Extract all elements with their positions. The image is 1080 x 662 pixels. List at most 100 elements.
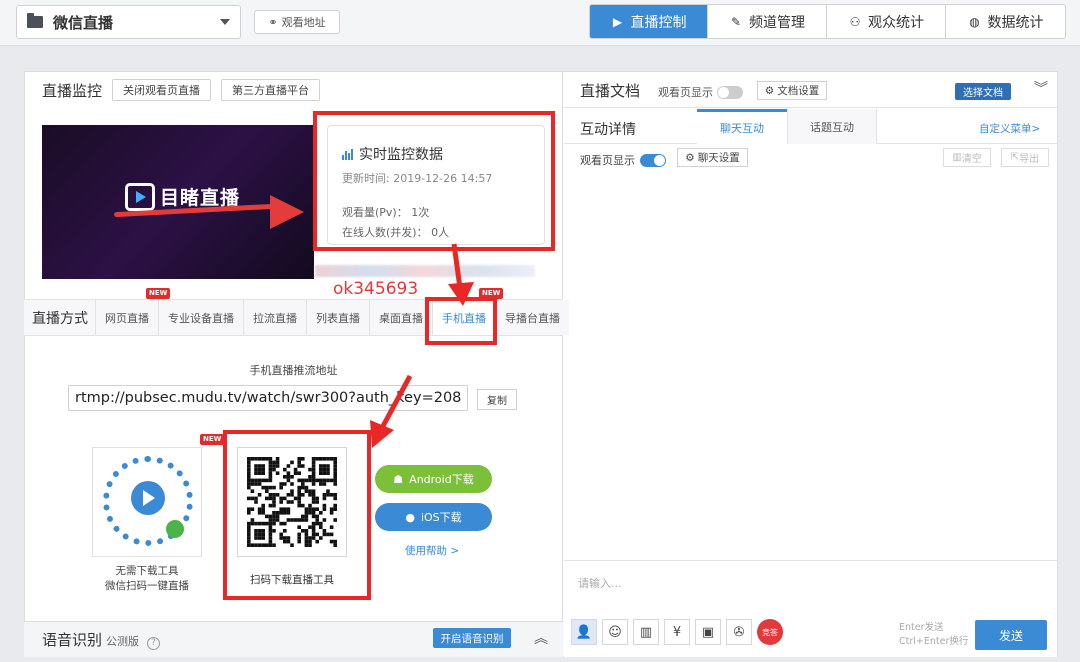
chat-toolbar: 👤 ☺ ▥ ¥ ▣ ✇ 竞答 xyxy=(571,619,783,645)
tab-label: 频道管理 xyxy=(749,14,805,31)
play-icon xyxy=(131,481,165,515)
chevron-down-icon[interactable]: ︾ xyxy=(1034,78,1048,98)
chat-show-toggle[interactable] xyxy=(640,153,666,167)
monitor-header: 直播监控 关闭观看页直播 第三方直播平台 xyxy=(42,79,321,101)
help-link[interactable]: 使用帮助 > xyxy=(405,543,459,558)
tab-topic[interactable]: 话题互动 xyxy=(787,109,877,144)
gear-icon: ⚙ xyxy=(764,84,775,97)
clear-label: 清空 xyxy=(961,154,982,165)
chat-show-toggle-row: 观看页显示 xyxy=(580,152,666,168)
help-icon[interactable]: ? xyxy=(147,636,161,650)
chat-settings-label: 聊天设置 xyxy=(697,152,740,164)
poll-icon[interactable]: ▥ xyxy=(633,619,659,645)
mini-caption-line: 无需下载工具 xyxy=(115,565,179,577)
chat-settings-button[interactable]: ⚙ 聊天设置 xyxy=(677,148,748,167)
image-icon[interactable]: ▣ xyxy=(695,619,721,645)
tab-label: 网页直播 xyxy=(105,311,149,325)
tab-chat[interactable]: 聊天互动 xyxy=(697,109,787,144)
tab-desktop-live[interactable]: 桌面直播 xyxy=(369,300,432,335)
quiz-icon[interactable]: 竞答 xyxy=(757,619,783,645)
select-doc-button[interactable]: 选择文档 xyxy=(955,83,1011,100)
third-party-platform-button[interactable]: 第三方直播平台 xyxy=(221,79,321,101)
start-voice-button[interactable]: 开启语音识别 xyxy=(433,628,511,648)
export-icon: ⇱ xyxy=(1010,152,1020,163)
tab-pull-stream[interactable]: 拉流直播 xyxy=(243,300,306,335)
caret-down-icon xyxy=(220,19,230,25)
export-label: 导出 xyxy=(1019,154,1040,165)
tab-channel-manage[interactable]: ✎ 频道管理 xyxy=(708,5,827,38)
play-circle-icon: ▶ xyxy=(612,14,623,29)
collapse-up-icon[interactable]: ︽ xyxy=(534,628,548,648)
tab-data-stats[interactable]: ◍ 数据统计 xyxy=(946,5,1065,38)
method-label: 直播方式 xyxy=(32,311,88,327)
ios-label: iOS下载 xyxy=(420,511,462,524)
annotation-arrow-diag xyxy=(370,374,413,448)
android-download-button[interactable]: ☗ Android下载 xyxy=(375,465,492,493)
interact-title: 互动详情 xyxy=(580,122,636,138)
tab-live-control[interactable]: ▶ 直播控制 xyxy=(590,5,708,38)
mini-program-qr xyxy=(92,447,202,557)
top-tabs: ▶ 直播控制 ✎ 频道管理 ⚇ 观众统计 ◍ 数据统计 xyxy=(589,4,1066,39)
gear-icon: ⚙ xyxy=(685,151,695,164)
tab-label: 数据统计 xyxy=(987,14,1044,31)
watch-url-button[interactable]: ⚭ 观看地址 xyxy=(254,10,340,34)
tab-list-live[interactable]: 列表直播 xyxy=(306,300,369,335)
play-logo-icon xyxy=(125,183,155,211)
annotation-arrow-head xyxy=(270,195,304,229)
tab-label: 专业设备直播 xyxy=(168,311,234,325)
send-button[interactable]: 发送 xyxy=(975,620,1047,650)
edit-icon: ✎ xyxy=(730,14,742,29)
annotation-arrow-down xyxy=(448,243,474,306)
redpacket-icon[interactable]: ¥ xyxy=(664,619,690,645)
doc-settings-button[interactable]: ⚙ 文档设置 xyxy=(757,81,827,100)
tab-director-live[interactable]: 导播台直播 xyxy=(495,300,569,335)
doc-show-label: 观看页显示 xyxy=(658,86,713,99)
send-hint-line: Ctrl+Enter换行 xyxy=(899,636,969,647)
emoji-icon[interactable]: ☺ xyxy=(602,619,628,645)
video-preview[interactable]: 目睹直播 xyxy=(42,125,314,279)
tab-pro-device[interactable]: 专业设备直播 xyxy=(158,300,243,335)
tab-label: 导播台直播 xyxy=(505,311,560,325)
chat-show-label: 观看页显示 xyxy=(580,154,635,167)
avatar-icon[interactable]: 👤 xyxy=(571,619,597,645)
doc-settings-label: 文档设置 xyxy=(777,85,820,97)
voice-title: 语音识别 xyxy=(42,631,103,649)
new-badge: NEW xyxy=(146,288,171,299)
tab-label: 列表直播 xyxy=(316,311,360,325)
method-tabs: NEW 网页直播 专业设备直播 拉流直播 列表直播 桌面直播 NEW 手机直播 … xyxy=(95,288,569,335)
send-hint-line: Enter发送 xyxy=(899,622,944,633)
user-icon: ⚇ xyxy=(849,14,861,29)
doc-show-toggle-row: 观看页显示 xyxy=(658,84,743,100)
tab-label: 直播控制 xyxy=(630,14,687,31)
wechat-mini-icon xyxy=(166,520,184,538)
annotation-box-monitor xyxy=(313,111,555,251)
tab-web-live[interactable]: NEW 网页直播 xyxy=(95,288,171,335)
trash-icon: ▥ xyxy=(952,152,962,163)
doc-title: 直播文档 xyxy=(580,82,641,100)
doc-show-toggle[interactable] xyxy=(717,85,743,99)
push-url-title: 手机直播推流地址 xyxy=(249,364,338,377)
tab-label: 观众统计 xyxy=(868,14,924,31)
link-icon: ⚭ xyxy=(268,15,278,29)
export-button[interactable]: ⇱ 导出 xyxy=(1001,148,1049,167)
custom-menu-link[interactable]: 自定义菜单> xyxy=(979,121,1040,136)
tab-audience-stats[interactable]: ⚇ 观众统计 xyxy=(827,5,946,38)
new-badge: NEW xyxy=(200,434,225,445)
clear-button[interactable]: ▥ 清空 xyxy=(943,148,991,167)
mini-caption-line: 微信扫码一键直播 xyxy=(105,580,189,592)
tab-label: 拉流直播 xyxy=(253,311,297,325)
reel-icon[interactable]: ✇ xyxy=(726,619,752,645)
new-badge-qr: NEW xyxy=(200,430,225,445)
copy-button[interactable]: 复制 xyxy=(477,389,517,410)
chart-circle-icon: ◍ xyxy=(969,14,980,29)
ios-download-button[interactable]: ● iOS下载 xyxy=(375,503,492,531)
monitor-title: 直播监控 xyxy=(42,81,103,100)
voice-label-row: 语音识别 公测版 ? xyxy=(42,629,161,650)
apple-icon: ● xyxy=(405,510,415,524)
channel-select[interactable]: 微信直播 xyxy=(16,5,241,39)
tab-label: 桌面直播 xyxy=(379,311,423,325)
folder-icon xyxy=(27,13,43,28)
send-hint: Enter发送 Ctrl+Enter换行 xyxy=(899,621,968,649)
close-watch-live-button[interactable]: 关闭观看页直播 xyxy=(112,79,212,101)
mini-qr-caption: 无需下载工具 微信扫码一键直播 xyxy=(86,564,208,594)
